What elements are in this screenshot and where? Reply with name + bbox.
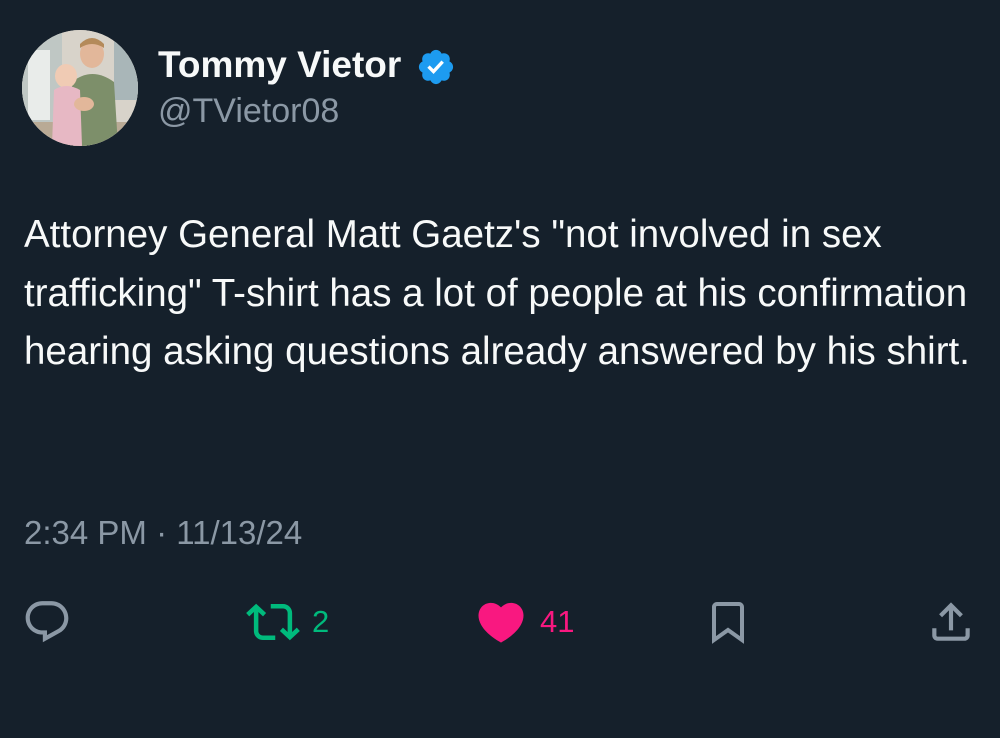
retweet-icon (246, 603, 300, 641)
user-handle[interactable]: @TVietor08 (158, 88, 339, 134)
share-icon (932, 602, 970, 641)
reply-button[interactable] (22, 594, 84, 650)
reply-icon (25, 601, 69, 643)
heart-icon (478, 602, 524, 643)
tweet-text: Attorney General Matt Gaetz's "not invol… (24, 213, 970, 373)
avatar[interactable] (22, 30, 138, 146)
tweet-card: Tommy Vietor @TVietor08 Attorney General… (0, 0, 1000, 738)
bookmark-icon (712, 602, 744, 644)
display-name[interactable]: Tommy Vietor (158, 40, 401, 90)
retweet-count: 2 (312, 604, 330, 639)
like-count: 41 (540, 604, 575, 639)
verified-badge-icon[interactable] (416, 47, 456, 87)
share-button[interactable] (926, 594, 976, 650)
bookmark-button[interactable] (704, 594, 752, 650)
retweet-button[interactable]: 2 (246, 594, 329, 650)
profile-photo-icon (22, 30, 138, 146)
like-button[interactable]: 41 (474, 594, 574, 650)
tweet-timestamp[interactable]: 2:34 PM · 11/13/24 (24, 510, 302, 556)
